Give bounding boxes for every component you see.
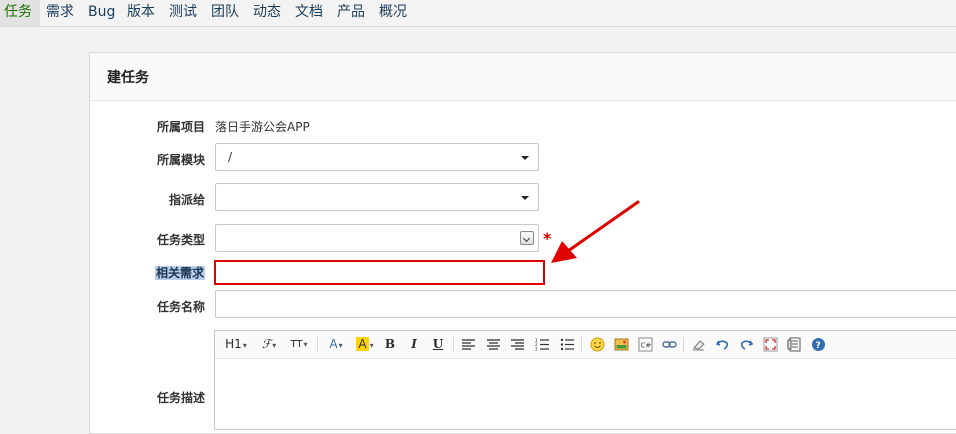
toolbar-divider bbox=[453, 337, 454, 352]
module-select[interactable]: / bbox=[215, 143, 539, 171]
font-color-label: A bbox=[329, 337, 338, 351]
module-select-value: / bbox=[228, 150, 233, 164]
bg-color-button[interactable]: A ▾ bbox=[353, 335, 377, 354]
nav-tab-test[interactable]: 测试 bbox=[169, 0, 197, 26]
underline-button[interactable]: U bbox=[431, 335, 445, 354]
chevron-down-icon bbox=[521, 196, 529, 200]
nav-tab-overview[interactable]: 概况 bbox=[379, 0, 407, 26]
type-select[interactable] bbox=[215, 224, 539, 252]
top-nav: 任务 需求 Bug 版本 测试 团队 动态 文档 产品 概况 bbox=[0, 0, 956, 27]
fullscreen-icon[interactable] bbox=[763, 337, 778, 352]
name-label: 任务名称 bbox=[156, 300, 205, 314]
description-editor[interactable]: H1▾ ℱ▾ TT▾ A▾ A ▾ B I U 123 C# ? bbox=[214, 330, 956, 430]
story-label: 相关需求 bbox=[89, 264, 205, 281]
bg-color-label: A bbox=[356, 337, 369, 351]
image-icon[interactable] bbox=[614, 337, 629, 352]
italic-button[interactable]: I bbox=[407, 335, 421, 354]
help-icon[interactable]: ? bbox=[811, 337, 826, 352]
nav-tab-product[interactable]: 产品 bbox=[337, 0, 365, 26]
align-right-icon[interactable] bbox=[510, 337, 525, 352]
undo-icon[interactable] bbox=[715, 337, 730, 352]
story-input[interactable] bbox=[214, 260, 545, 285]
task-name-input[interactable] bbox=[215, 290, 956, 318]
nav-tab-task[interactable]: 任务 bbox=[0, 0, 40, 26]
module-label: 所属模块 bbox=[156, 153, 205, 167]
nav-tab-dynamic[interactable]: 动态 bbox=[253, 0, 281, 26]
type-label: 任务类型 bbox=[156, 233, 205, 247]
nav-tab-story[interactable]: 需求 bbox=[46, 0, 74, 26]
font-family-label: ℱ bbox=[261, 337, 272, 351]
heading-button[interactable]: H1▾ bbox=[223, 335, 249, 354]
project-label: 所属项目 bbox=[156, 120, 205, 134]
nav-tab-build[interactable]: 版本 bbox=[127, 0, 155, 26]
font-size-label: TT bbox=[290, 339, 303, 350]
nav-tab-bug[interactable]: Bug bbox=[88, 0, 115, 26]
source-icon[interactable] bbox=[787, 337, 802, 352]
unordered-list-icon[interactable] bbox=[560, 337, 575, 352]
ordered-list-icon[interactable]: 123 bbox=[535, 337, 550, 352]
bold-button[interactable]: B bbox=[383, 335, 397, 354]
font-size-button[interactable]: TT▾ bbox=[287, 335, 311, 354]
editor-toolbar: H1▾ ℱ▾ TT▾ A▾ A ▾ B I U 123 C# ? bbox=[215, 331, 956, 359]
code-icon[interactable]: C# bbox=[638, 337, 653, 352]
assign-label: 指派给 bbox=[168, 193, 205, 207]
align-center-icon[interactable] bbox=[486, 337, 501, 352]
panel-header: 建任务 bbox=[90, 53, 956, 101]
link-icon[interactable] bbox=[662, 337, 677, 352]
toolbar-divider bbox=[317, 337, 318, 352]
svg-text:3: 3 bbox=[535, 347, 538, 352]
toolbar-divider bbox=[683, 337, 684, 352]
chevron-down-icon bbox=[520, 231, 534, 245]
desc-label: 任务描述 bbox=[156, 391, 205, 405]
heading-label: H1 bbox=[225, 337, 242, 351]
svg-text:?: ? bbox=[816, 341, 821, 351]
svg-text:C#: C# bbox=[641, 342, 652, 350]
required-mark: * bbox=[543, 229, 552, 248]
font-family-button[interactable]: ℱ▾ bbox=[257, 335, 281, 354]
nav-tab-team[interactable]: 团队 bbox=[211, 0, 239, 26]
chevron-down-icon bbox=[521, 156, 529, 160]
redo-icon[interactable] bbox=[739, 337, 754, 352]
project-value: 落日手游公会APP bbox=[215, 120, 310, 134]
assign-select[interactable] bbox=[215, 183, 539, 211]
story-label-text: 相关需求 bbox=[154, 266, 205, 280]
emoji-icon[interactable] bbox=[590, 337, 605, 352]
eraser-icon[interactable] bbox=[691, 337, 706, 352]
align-left-icon[interactable] bbox=[461, 337, 476, 352]
toolbar-divider bbox=[581, 337, 582, 352]
page-title: 建任务 bbox=[107, 70, 149, 86]
font-color-button[interactable]: A▾ bbox=[325, 335, 347, 354]
nav-tab-doc[interactable]: 文档 bbox=[295, 0, 323, 26]
